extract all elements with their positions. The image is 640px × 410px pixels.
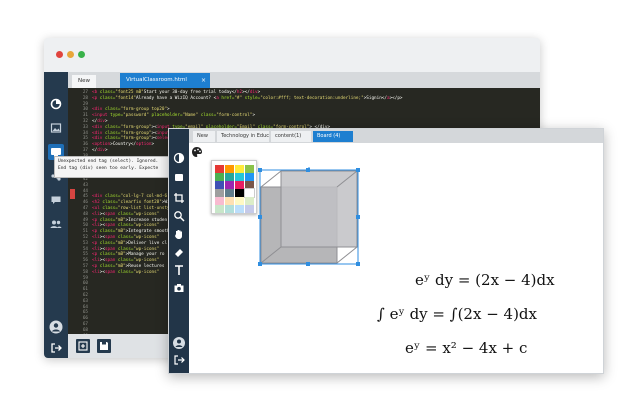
cube-drawing[interactable] xyxy=(257,167,377,277)
image-icon[interactable] xyxy=(48,120,64,136)
maximize-window-button[interactable] xyxy=(78,51,85,58)
tab-new[interactable]: New xyxy=(193,131,215,142)
pie-chart-icon[interactable] xyxy=(48,96,64,112)
color-swatch[interactable] xyxy=(235,197,244,205)
whiteboard-sidebar xyxy=(169,129,189,373)
color-swatch[interactable] xyxy=(215,181,224,189)
user-avatar-icon[interactable] xyxy=(48,319,64,335)
color-swatch[interactable] xyxy=(245,173,254,181)
color-swatch[interactable] xyxy=(215,189,224,197)
editor-sidebar xyxy=(44,72,68,358)
tab-file-label: VirtualClassroom.html xyxy=(126,77,187,83)
exit-icon[interactable] xyxy=(48,340,64,356)
avatar-icon[interactable] xyxy=(172,336,186,350)
color-swatch[interactable] xyxy=(225,173,234,181)
close-window-button[interactable] xyxy=(56,51,63,58)
equations-block: eʸ dy = (2x − 4)dx ∫ eʸ dy = ∫(2x − 4)dx… xyxy=(377,271,587,371)
color-swatch[interactable] xyxy=(225,205,234,213)
tab-technology-in-education[interactable]: Technology in Education xyxy=(217,131,269,142)
equation-line-2: ∫ eʸ dy = ∫(2x − 4)dx xyxy=(377,305,537,323)
color-swatch[interactable] xyxy=(225,165,234,173)
eraser-icon[interactable] xyxy=(172,245,186,259)
save-button[interactable] xyxy=(97,339,111,353)
whiteboard-tab-bar: New Technology in Education content(1) B… xyxy=(189,129,603,143)
color-swatch[interactable] xyxy=(235,173,244,181)
color-swatch[interactable] xyxy=(215,205,224,213)
text-icon[interactable] xyxy=(172,263,186,277)
color-palette[interactable] xyxy=(211,160,257,214)
color-swatch[interactable] xyxy=(245,205,254,213)
color-swatch[interactable] xyxy=(235,189,244,197)
whiteboard-tool-icon[interactable] xyxy=(172,171,186,185)
color-swatch[interactable] xyxy=(235,205,244,213)
color-swatch[interactable] xyxy=(235,165,244,173)
color-swatch[interactable] xyxy=(215,165,224,173)
color-swatch[interactable] xyxy=(244,188,255,198)
editor-tab-bar: New VirtualClassroom.html × xyxy=(68,72,540,88)
color-swatch[interactable] xyxy=(215,173,224,181)
tab-content[interactable]: content(1) xyxy=(271,131,311,142)
tab-board[interactable]: Board (4) xyxy=(313,131,353,142)
tab-close-icon[interactable]: × xyxy=(201,73,206,88)
theme-icon[interactable] xyxy=(172,151,186,165)
crop-icon[interactable] xyxy=(172,191,186,205)
camera-icon[interactable] xyxy=(172,281,186,295)
color-swatch[interactable] xyxy=(245,165,254,173)
minimize-window-button[interactable] xyxy=(67,51,74,58)
add-file-button[interactable] xyxy=(76,339,90,353)
color-swatch[interactable] xyxy=(245,197,254,205)
whiteboard-canvas[interactable]: eʸ dy = (2x − 4)dx ∫ eʸ dy = ∫(2x − 4)dx… xyxy=(189,143,603,373)
color-swatch[interactable] xyxy=(215,197,224,205)
color-swatch[interactable] xyxy=(225,181,234,189)
color-swatch[interactable] xyxy=(225,189,234,197)
equation-line-1: eʸ dy = (2x − 4)dx xyxy=(415,271,555,289)
add-file-icon xyxy=(78,341,88,351)
color-swatch[interactable] xyxy=(225,197,234,205)
title-bar xyxy=(44,38,540,72)
users-icon[interactable] xyxy=(48,216,64,232)
color-swatch[interactable] xyxy=(245,181,254,189)
error-marker-icon[interactable] xyxy=(70,194,75,200)
zoom-icon[interactable] xyxy=(172,209,186,223)
tab-virtual-classroom[interactable]: VirtualClassroom.html × xyxy=(120,73,210,88)
hand-icon[interactable] xyxy=(172,227,186,241)
tab-new[interactable]: New xyxy=(72,75,96,88)
chat-icon[interactable] xyxy=(48,192,64,208)
save-icon xyxy=(100,342,108,350)
error-marker-icon[interactable] xyxy=(70,188,75,194)
equation-line-3: eʸ = x² − 4x + c xyxy=(405,339,528,357)
whiteboard-window: New Technology in Education content(1) B… xyxy=(168,128,604,374)
color-swatch[interactable] xyxy=(235,181,244,189)
palette-icon[interactable] xyxy=(190,145,204,159)
exit-icon[interactable] xyxy=(172,353,186,367)
